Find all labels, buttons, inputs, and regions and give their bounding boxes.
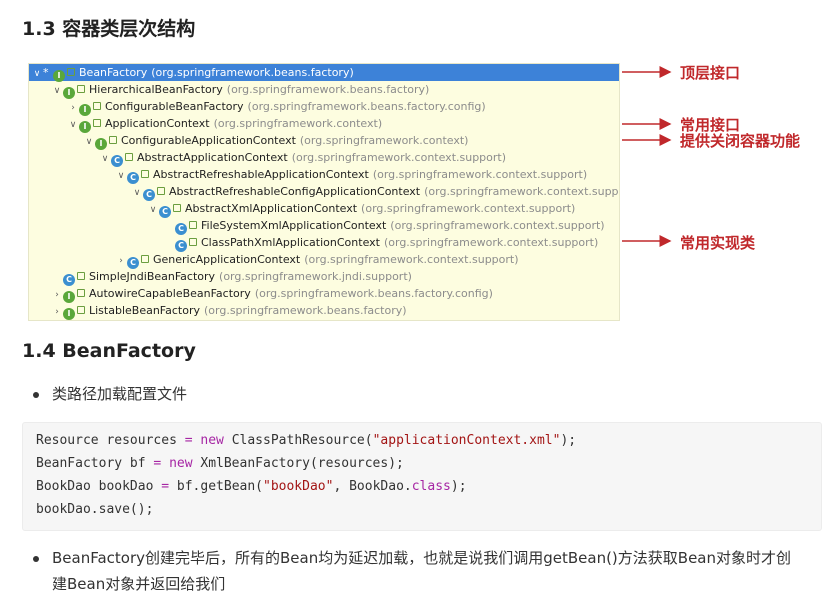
code-line-1: Resource resources = new ClassPathResour…: [36, 433, 577, 448]
annotation-close-feature: 提供关闭容器功能: [680, 132, 801, 150]
bullet-text-lazy-line1: BeanFactory创建完毕后，所有的Bean均为延迟加载，也就是说我们调用g…: [52, 549, 792, 567]
bullet-text-classpath: 类路径加载配置文件: [52, 385, 188, 403]
bullet-text-lazy-line2: 建Bean对象并返回给我们: [52, 575, 226, 593]
section-heading-1-4: 1.4 BeanFactory: [22, 340, 196, 362]
code-block: Resource resources = new ClassPathResour…: [22, 422, 822, 531]
annotation-top-interface: 顶层接口: [680, 64, 741, 82]
code-line-3: BookDao bookDao = bf.getBean("bookDao", …: [36, 479, 467, 494]
bullet-dot: [33, 556, 39, 562]
code-line-2: BeanFactory bf = new XmlBeanFactory(reso…: [36, 456, 404, 471]
code-line-4: bookDao.save();: [36, 502, 154, 517]
annotation-common-impl: 常用实现类: [680, 234, 756, 252]
bullet-dot: [33, 392, 39, 398]
